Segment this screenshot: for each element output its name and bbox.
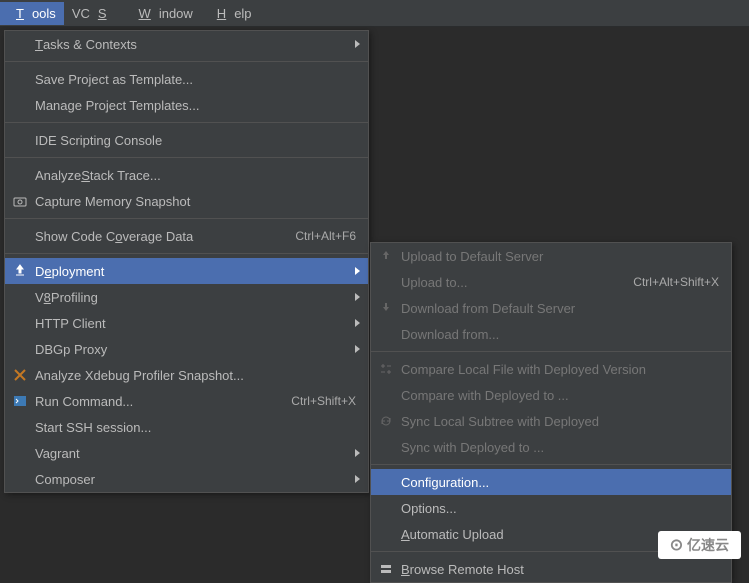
sync-icon [379, 414, 393, 428]
deployment[interactable]: Deployment [5, 258, 368, 284]
download-from: Download from... [371, 321, 731, 347]
separator [5, 122, 368, 123]
upload-to: Upload to... Ctrl+Alt+Shift+X [371, 269, 731, 295]
dbgp-proxy[interactable]: DBGp Proxy [5, 336, 368, 362]
analyze-stack-trace[interactable]: Analyze Stack Trace... [5, 162, 368, 188]
upload-icon [379, 249, 393, 263]
menu-window[interactable]: Window [123, 2, 201, 25]
menubar: Tools VCS Window Help [0, 0, 749, 27]
sync-local-label: Sync Local Subtree with Deployed [401, 414, 599, 429]
browse-remote-host[interactable]: Browse Remote Host [371, 556, 731, 582]
ide-scripting-console[interactable]: IDE Scripting Console [5, 127, 368, 153]
sync-local: Sync Local Subtree with Deployed [371, 408, 731, 434]
xdebug-icon [13, 368, 27, 382]
configuration[interactable]: Configuration... [371, 469, 731, 495]
chevron-right-icon [355, 475, 360, 483]
run-command-label: Run Command... [35, 394, 133, 409]
menu-vcs[interactable]: VCS [64, 2, 123, 25]
compare-with: Compare with Deployed to ... [371, 382, 731, 408]
shortcut: Ctrl+Alt+Shift+X [633, 275, 719, 289]
separator [371, 464, 731, 465]
tools-menu: Tasks & Contexts Save Project as Templat… [4, 30, 369, 493]
compare-local-label: Compare Local File with Deployed Version [401, 362, 646, 377]
deploy-icon [13, 264, 27, 278]
separator [371, 351, 731, 352]
capture-memory-label: Capture Memory Snapshot [35, 194, 190, 209]
vagrant[interactable]: Vagrant [5, 440, 368, 466]
run-command[interactable]: Run Command... Ctrl+Shift+X [5, 388, 368, 414]
shortcut: Ctrl+Shift+X [291, 394, 356, 408]
compare-icon [379, 362, 393, 376]
http-client[interactable]: HTTP Client [5, 310, 368, 336]
options[interactable]: Options... [371, 495, 731, 521]
menu-tools[interactable]: Tools [0, 2, 64, 25]
tasks-contexts[interactable]: Tasks & Contexts [5, 31, 368, 57]
upload-default-label: Upload to Default Server [401, 249, 543, 264]
composer[interactable]: Composer [5, 466, 368, 492]
shortcut: Ctrl+Alt+F6 [295, 229, 356, 243]
separator [5, 61, 368, 62]
sync-with: Sync with Deployed to ... [371, 434, 731, 460]
start-ssh-session[interactable]: Start SSH session... [5, 414, 368, 440]
watermark-logo: ⊙ 亿速云 [658, 531, 741, 559]
separator [5, 157, 368, 158]
chevron-right-icon [355, 449, 360, 457]
manage-project-templates[interactable]: Manage Project Templates... [5, 92, 368, 118]
separator [5, 218, 368, 219]
chevron-right-icon [355, 40, 360, 48]
menu-help[interactable]: Help [201, 2, 260, 25]
separator [5, 253, 368, 254]
upload-to-label: Upload to... [401, 275, 468, 290]
xdebug-label: Analyze Xdebug Profiler Snapshot... [35, 368, 244, 383]
analyze-xdebug[interactable]: Analyze Xdebug Profiler Snapshot... [5, 362, 368, 388]
chevron-right-icon [355, 267, 360, 275]
chevron-right-icon [355, 319, 360, 327]
capture-memory-snapshot[interactable]: Capture Memory Snapshot [5, 188, 368, 214]
save-project-template[interactable]: Save Project as Template... [5, 66, 368, 92]
show-code-coverage[interactable]: Show Code Coverage DataCtrl+Alt+F6 [5, 223, 368, 249]
v8-profiling[interactable]: V8 Profiling [5, 284, 368, 310]
download-default-label: Download from Default Server [401, 301, 575, 316]
remote-host-icon [379, 562, 393, 576]
terminal-icon [13, 394, 27, 408]
upload-default: Upload to Default Server [371, 243, 731, 269]
download-icon [379, 301, 393, 315]
download-default: Download from Default Server [371, 295, 731, 321]
compare-local: Compare Local File with Deployed Version [371, 356, 731, 382]
camera-icon [13, 194, 27, 208]
chevron-right-icon [355, 293, 360, 301]
chevron-right-icon [355, 345, 360, 353]
